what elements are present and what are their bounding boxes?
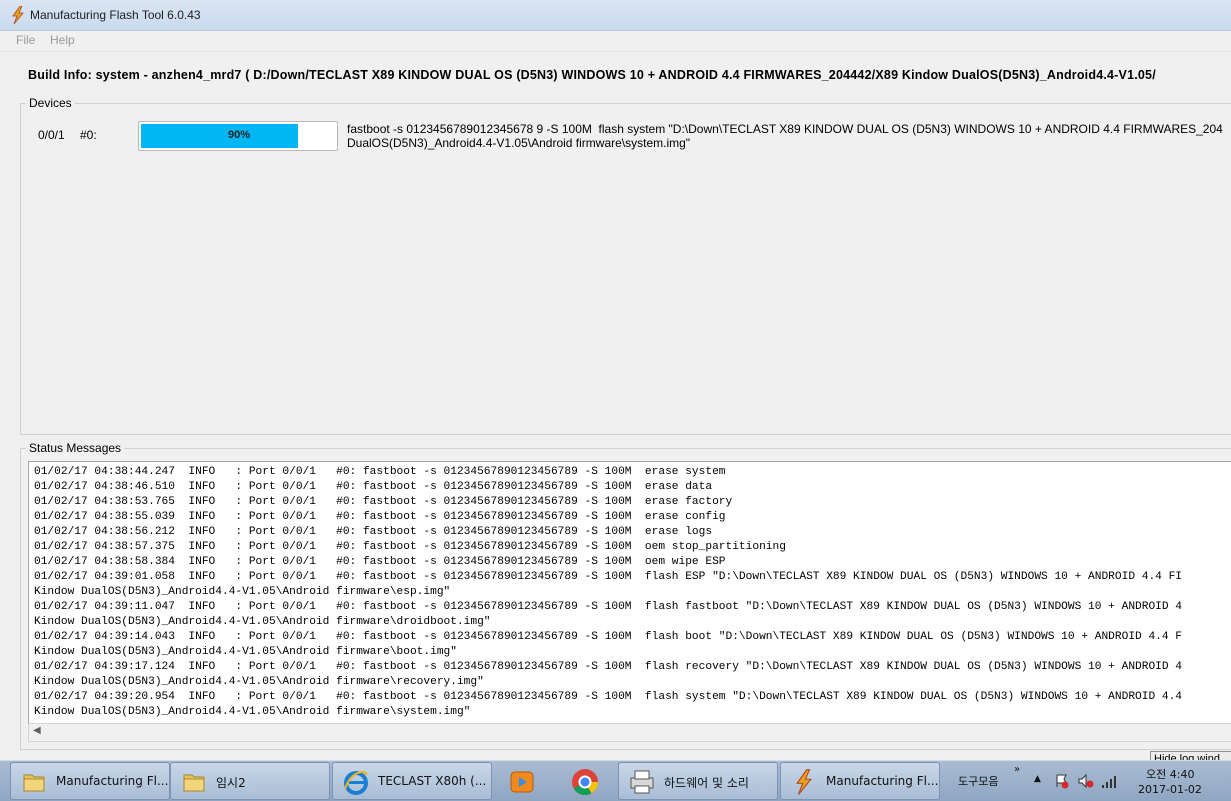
log-line: 01/02/17 04:39:17.124 INFO : Port 0/0/1 … bbox=[34, 661, 1183, 673]
flash-tool-icon bbox=[796, 769, 813, 795]
lightning-icon bbox=[12, 6, 24, 24]
taskbar-label: 임시2 bbox=[216, 776, 246, 790]
log-line: 01/02/17 04:39:20.954 INFO : Port 0/0/1 … bbox=[34, 691, 1183, 703]
device-port: 0/0/1 bbox=[38, 128, 65, 142]
log-line: 01/02/17 04:38:53.765 INFO : Port 0/0/1 … bbox=[34, 496, 733, 508]
log-line: 01/02/17 04:38:55.039 INFO : Port 0/0/1 … bbox=[34, 511, 726, 523]
chrome-icon bbox=[572, 769, 599, 796]
progress-text: 90% bbox=[227, 129, 251, 141]
log-horizontal-scrollbar[interactable]: ◀ bbox=[28, 723, 1231, 742]
log-line: 01/02/17 04:39:01.058 INFO : Port 0/0/1 … bbox=[34, 571, 1183, 583]
log-line: 01/02/17 04:39:14.043 INFO : Port 0/0/1 … bbox=[34, 631, 1183, 643]
printer-icon bbox=[630, 770, 654, 794]
device-command: fastboot -s 0123456789012345678 9 -S 100… bbox=[347, 122, 1223, 150]
taskbar: Manufacturing Fl... 임시2 TECLAST X80h (..… bbox=[0, 760, 1231, 801]
menu-help[interactable]: Help bbox=[50, 33, 75, 47]
clock-time[interactable]: 오전 4:40 bbox=[1146, 766, 1194, 782]
window-title: Manufacturing Flash Tool 6.0.43 bbox=[30, 8, 201, 22]
menu-bar: File Help bbox=[0, 31, 1231, 52]
taskbar-button-chrome[interactable] bbox=[556, 762, 616, 800]
log-line: Kindow DualOS(D5N3)_Android4.4-V1.05\And… bbox=[34, 646, 457, 658]
log-line: 01/02/17 04:38:44.247 INFO : Port 0/0/1 … bbox=[34, 466, 726, 478]
log-line: 01/02/17 04:38:46.510 INFO : Port 0/0/1 … bbox=[34, 481, 713, 493]
scroll-left-icon[interactable]: ◀ bbox=[33, 725, 41, 736]
action-center-icon[interactable] bbox=[1054, 773, 1070, 789]
volume-muted-icon[interactable] bbox=[1077, 773, 1095, 789]
taskbar-label: 하드웨어 및 소리 bbox=[664, 776, 749, 790]
folder-icon bbox=[183, 774, 205, 792]
devices-group bbox=[20, 103, 1231, 435]
build-info: Build Info: system - anzhen4_mrd7 ( D:/D… bbox=[28, 68, 1156, 82]
devices-label: Devices bbox=[26, 96, 75, 110]
log-line: Kindow DualOS(D5N3)_Android4.4-V1.05\And… bbox=[34, 586, 451, 598]
ie-icon bbox=[344, 771, 368, 795]
title-bar[interactable]: Manufacturing Flash Tool 6.0.43 bbox=[0, 0, 1231, 31]
media-player-icon bbox=[510, 771, 534, 793]
menu-file[interactable]: File bbox=[16, 33, 35, 47]
taskbar-label: TECLAST X80h (... bbox=[378, 774, 487, 788]
toolbar-label[interactable]: 도구모음 bbox=[958, 773, 998, 789]
log-line: Kindow DualOS(D5N3)_Android4.4-V1.05\And… bbox=[34, 706, 471, 718]
taskbar-button-media-player[interactable] bbox=[494, 762, 554, 800]
taskbar-button-flash-tool-folder[interactable]: Manufacturing Fl... bbox=[10, 762, 170, 800]
taskbar-label: Manufacturing Fl... bbox=[826, 774, 939, 788]
taskbar-button-ie[interactable]: TECLAST X80h (... bbox=[332, 762, 492, 800]
taskbar-button-flash-tool[interactable]: Manufacturing Fl... bbox=[780, 762, 940, 800]
log-line: Kindow DualOS(D5N3)_Android4.4-V1.05\And… bbox=[34, 676, 484, 688]
log-line: 01/02/17 04:38:58.384 INFO : Port 0/0/1 … bbox=[34, 556, 726, 568]
log-line: 01/02/17 04:38:57.375 INFO : Port 0/0/1 … bbox=[34, 541, 786, 553]
network-signal-icon[interactable] bbox=[1101, 773, 1119, 789]
log-line: 01/02/17 04:39:11.047 INFO : Port 0/0/1 … bbox=[34, 601, 1183, 613]
tray-expand-icon[interactable]: ▲ bbox=[1034, 774, 1041, 784]
taskbar-button-hardware-sound[interactable]: 하드웨어 및 소리 bbox=[618, 762, 778, 800]
clock-date[interactable]: 2017-01-02 bbox=[1138, 783, 1202, 796]
log-line: Kindow DualOS(D5N3)_Android4.4-V1.05\And… bbox=[34, 616, 491, 628]
log-lines: 01/02/17 04:38:44.247 INFO : Port 0/0/1 … bbox=[34, 465, 1182, 720]
folder-icon bbox=[23, 774, 45, 792]
status-label: Status Messages bbox=[26, 441, 125, 455]
log-line: 01/02/17 04:38:56.212 INFO : Port 0/0/1 … bbox=[34, 526, 713, 538]
toolbar-expand-icon[interactable]: » bbox=[1014, 764, 1020, 775]
device-progress-bar: 90% bbox=[138, 121, 338, 151]
taskbar-button-temp-folder[interactable]: 임시2 bbox=[170, 762, 330, 800]
taskbar-label: Manufacturing Fl... bbox=[56, 774, 169, 788]
status-log[interactable]: 01/02/17 04:38:44.247 INFO : Port 0/0/1 … bbox=[28, 461, 1231, 725]
device-id: #0: bbox=[80, 128, 97, 142]
